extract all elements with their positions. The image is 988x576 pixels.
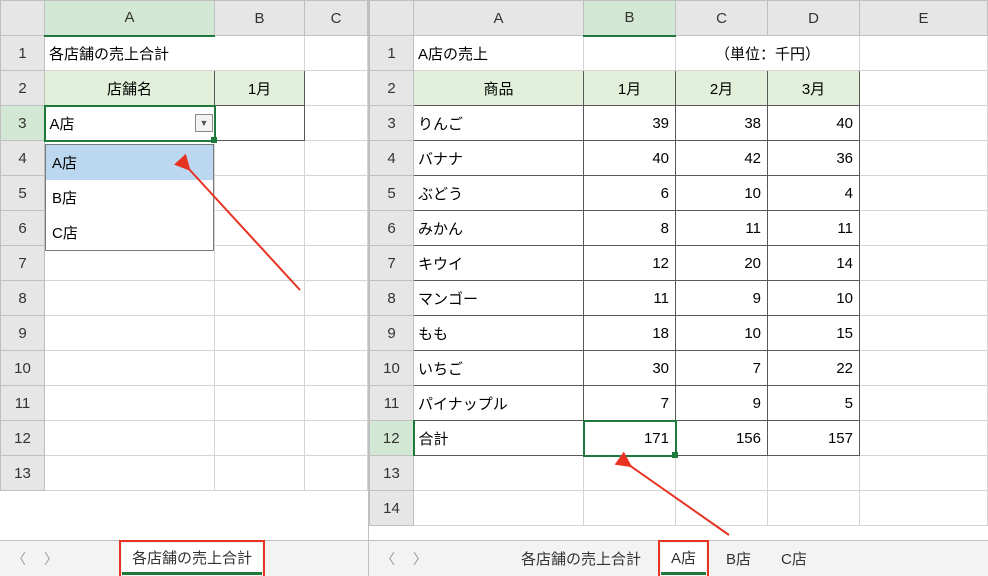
nav-prev-icon[interactable]: 〈 — [8, 549, 30, 569]
dropdown-option[interactable]: C店 — [46, 215, 213, 250]
tab-a[interactable]: A店 — [661, 543, 706, 575]
row-hdr[interactable]: 1 — [370, 36, 414, 71]
cell[interactable] — [305, 106, 368, 141]
row-hdr[interactable]: 8 — [1, 281, 45, 316]
nav-next-icon[interactable]: 〉 — [40, 549, 62, 569]
tab-b[interactable]: B店 — [716, 544, 761, 573]
col-hdr-c[interactable]: C — [305, 1, 368, 36]
cell[interactable] — [305, 71, 368, 106]
title-cell[interactable]: 各店舗の売上合計 — [45, 36, 305, 71]
total-feb[interactable]: 156 — [676, 421, 768, 456]
dropdown-button[interactable]: ▼ — [195, 114, 213, 132]
right-title[interactable]: A店の売上 — [414, 36, 584, 71]
store-dropdown[interactable]: A店 B店 C店 — [45, 144, 214, 251]
fill-handle[interactable] — [672, 452, 678, 458]
hdr-month[interactable]: 1月 — [215, 71, 305, 106]
total-label[interactable]: 合計 — [414, 421, 584, 456]
fill-handle[interactable] — [211, 137, 217, 143]
tab-summary[interactable]: 各店舗の売上合計 — [511, 544, 651, 573]
row-hdr[interactable]: 13 — [1, 456, 45, 491]
cell[interactable] — [215, 106, 305, 141]
dropdown-option[interactable]: B店 — [46, 180, 213, 215]
row-hdr[interactable]: 3 — [1, 106, 45, 141]
row-hdr[interactable]: 7 — [1, 246, 45, 281]
corner[interactable] — [370, 1, 414, 36]
right-tabbar: 〈 〉 各店舗の売上合計 A店 B店 C店 — [369, 540, 988, 576]
row-hdr[interactable]: 5 — [1, 176, 45, 211]
corner[interactable] — [1, 1, 45, 36]
dropdown-option[interactable]: A店 — [46, 145, 213, 180]
row-hdr[interactable]: 12 — [1, 421, 45, 456]
row-hdr[interactable]: 2 — [1, 71, 45, 106]
cell[interactable] — [305, 36, 368, 71]
nav-next-icon[interactable]: 〉 — [409, 549, 431, 569]
col-hdr[interactable]: A — [414, 1, 584, 36]
row-hdr[interactable]: 2 — [370, 71, 414, 106]
col-hdr[interactable]: E — [860, 1, 988, 36]
hdr-m3[interactable]: 3月 — [768, 71, 860, 106]
row-hdr[interactable]: 11 — [1, 386, 45, 421]
col-hdr-a[interactable]: A — [45, 1, 215, 36]
row-hdr[interactable]: 4 — [1, 141, 45, 176]
tab-c[interactable]: C店 — [771, 544, 817, 573]
col-hdr[interactable]: B — [584, 1, 676, 36]
col-hdr[interactable]: D — [768, 1, 860, 36]
total-jan[interactable]: 171 — [584, 421, 676, 456]
row-hdr[interactable]: 1 — [1, 36, 45, 71]
col-hdr[interactable]: C — [676, 1, 768, 36]
hdr-store[interactable]: 店舗名 — [45, 71, 215, 106]
row-hdr[interactable]: 9 — [1, 316, 45, 351]
hdr-m1[interactable]: 1月 — [584, 71, 676, 106]
col-hdr-b[interactable]: B — [215, 1, 305, 36]
hdr-product[interactable]: 商品 — [414, 71, 584, 106]
row-hdr[interactable]: 10 — [1, 351, 45, 386]
row-hdr[interactable]: 6 — [1, 211, 45, 246]
hdr-m2[interactable]: 2月 — [676, 71, 768, 106]
total-mar[interactable]: 157 — [768, 421, 860, 456]
nav-prev-icon[interactable]: 〈 — [377, 549, 399, 569]
unit-label[interactable]: （単位：千円） — [676, 36, 860, 71]
store-input-cell[interactable]: A店 ▼ — [45, 106, 215, 141]
tab-summary[interactable]: 各店舗の売上合計 — [122, 543, 262, 575]
left-tabbar: 〈 〉 各店舗の売上合計 — [0, 540, 368, 576]
store-value: A店 — [50, 116, 75, 133]
